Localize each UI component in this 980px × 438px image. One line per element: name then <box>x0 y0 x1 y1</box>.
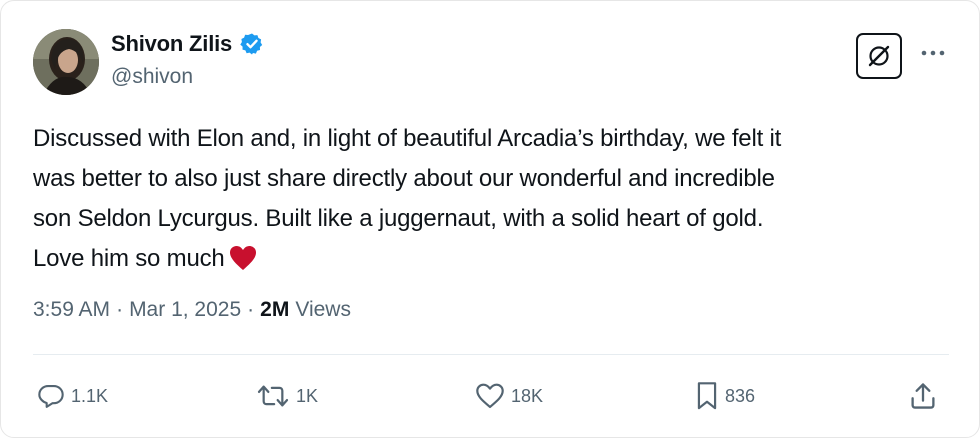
tweet-text: Discussed with Elon and, in light of bea… <box>33 119 953 284</box>
avatar-image <box>33 29 99 95</box>
meta-separator: · <box>116 298 124 321</box>
tweet-time[interactable]: 3:59 AM <box>33 298 110 322</box>
author-display-name[interactable]: Shivon Zilis <box>111 31 232 57</box>
action-bar: 1.1K 1K 18K 836 <box>1 373 980 419</box>
verified-badge-icon <box>240 32 264 56</box>
like-count: 18K <box>511 385 544 406</box>
tweet-text-line: Love him so much <box>33 245 225 272</box>
tweet-text-line: Discussed with Elon and, in light of bea… <box>33 125 782 152</box>
divider <box>33 354 949 355</box>
repost-button[interactable]: 1K <box>256 373 318 419</box>
bookmark-button[interactable]: 836 <box>695 373 755 419</box>
reply-count: 1.1K <box>71 385 109 406</box>
grok-button[interactable] <box>856 33 902 79</box>
heart-icon <box>476 383 504 409</box>
share-icon <box>911 383 935 409</box>
tweet-metadata: 3:59 AM · Mar 1, 2025 · 2M Views <box>33 298 351 322</box>
share-button[interactable] <box>909 373 937 419</box>
red-heart-icon <box>229 244 257 284</box>
like-button[interactable]: 18K <box>475 373 543 419</box>
author-handle[interactable]: @shivon <box>111 65 193 89</box>
tweet-card: Shivon Zilis @shivon Discussed with Elon… <box>0 0 980 438</box>
tweet-text-line: son Seldon Lycurgus. Built like a jugger… <box>33 205 764 232</box>
repost-count: 1K <box>296 385 319 406</box>
tweet-text-line: was better to also just share directly a… <box>33 165 775 192</box>
repost-icon <box>257 385 289 407</box>
grok-icon <box>868 45 890 67</box>
bookmark-icon <box>697 382 717 410</box>
author-name-row: Shivon Zilis <box>111 31 264 57</box>
views-count: 2M <box>260 298 290 321</box>
reply-icon <box>38 385 64 408</box>
views-label: Views <box>295 298 351 321</box>
meta-separator: · <box>247 298 255 321</box>
avatar[interactable] <box>33 29 99 95</box>
more-options-button[interactable] <box>917 39 949 67</box>
more-horizontal-icon <box>921 50 945 56</box>
tweet-date[interactable]: Mar 1, 2025 <box>129 298 241 322</box>
bookmark-count: 836 <box>725 385 756 406</box>
reply-button[interactable]: 1.1K <box>37 373 108 419</box>
tweet-text-line-last: Love him so much <box>33 239 953 284</box>
